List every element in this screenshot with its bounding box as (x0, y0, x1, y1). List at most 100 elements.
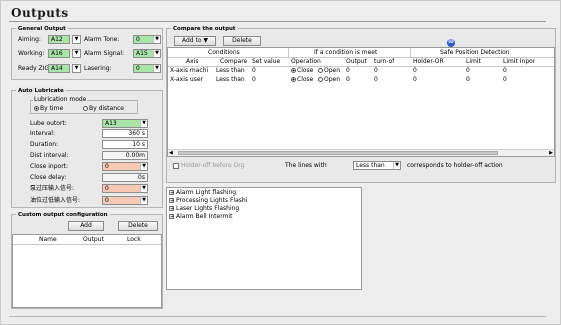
auto-lubricate-title: Auto Lubricate (16, 87, 66, 95)
column-header-compare[interactable]: Compare (220, 58, 247, 66)
cell-axis: X-axis machi (170, 67, 209, 74)
chevron-down-icon: ▼ (140, 197, 147, 204)
expand-icon[interactable]: + (169, 214, 174, 220)
column-header-holder-or[interactable]: Holder-OR (413, 58, 444, 66)
lube-outport-select[interactable]: A13 ▼ (102, 119, 148, 128)
chevron-down-icon: ▼ (73, 65, 80, 72)
column-header-output[interactable]: Output (83, 236, 104, 244)
cell-turn-of: 0 (374, 67, 378, 74)
bottom-divider (9, 316, 546, 317)
group-header-safe-position: Safe Position Detection (440, 49, 510, 56)
cell-limit-inpor: 0 (503, 67, 507, 74)
group-header-if-met: If a condition is meet (314, 49, 378, 56)
column-header-turn-of[interactable]: turn-of (374, 58, 394, 66)
cell-limit: 0 (466, 67, 470, 74)
cell-holder-or: 0 (413, 67, 417, 74)
custom-delete-button[interactable]: Delete (118, 221, 158, 231)
ready-zig-label: Ready ZIG: (18, 65, 52, 72)
add-to-button[interactable]: Add to ▼ (174, 36, 216, 46)
interval-input[interactable]: 360 s (102, 129, 148, 138)
horizontal-scrollbar[interactable]: ◀ ▶ (168, 149, 554, 156)
lines-with-label: The lines with (285, 162, 327, 169)
cell-output: 0 (346, 67, 350, 74)
column-header-output[interactable]: Output (346, 58, 367, 66)
close-delay-input[interactable]: 0s (102, 173, 148, 182)
cell-set-value: 0 (252, 76, 256, 83)
cell-axis: X-axis user (170, 76, 203, 83)
working-label: Working: (18, 50, 45, 57)
close-delay-label: Close delay: (30, 174, 67, 181)
interval-label: Interval: (30, 130, 55, 137)
general-output-group: General Output Aiming: A12 ▼ Alarm Tone:… (11, 25, 163, 80)
oil-level-low-select[interactable]: 0 ▼ (102, 196, 148, 205)
operation-open-radio[interactable]: Open (318, 76, 340, 84)
aiming-select[interactable]: A12 (48, 35, 70, 44)
checkbox-icon (173, 162, 179, 169)
cell-compare: Less than (216, 76, 245, 83)
cell-turn-of: 0 (374, 76, 378, 83)
column-header-axis[interactable]: Axis (186, 58, 198, 66)
compare-delete-button[interactable]: Delete (223, 36, 261, 46)
tree-item[interactable]: + Processing Lights Flashi (169, 197, 247, 204)
tree-item[interactable]: + Alarm Bell Intermit (169, 213, 232, 220)
tree-item[interactable]: + Laser Lights Flashing (169, 205, 239, 212)
expand-icon[interactable]: + (169, 190, 174, 196)
column-header-name[interactable]: Name (39, 236, 57, 244)
operation-close-radio[interactable]: Close (291, 67, 313, 75)
custom-add-button[interactable]: Add (68, 221, 104, 231)
expand-icon[interactable]: + (169, 206, 174, 212)
scroll-right-icon[interactable]: ▶ (549, 150, 553, 156)
dist-interval-label: Dist interval: (30, 152, 69, 159)
lubrication-mode-box: Lubrication mode By time By distance (30, 96, 138, 114)
dist-interval-input[interactable]: 0.00m (102, 151, 148, 160)
column-header-limit-inpor[interactable]: Limit Inpor (503, 58, 535, 66)
operation-close-radio[interactable]: Close (291, 76, 313, 84)
column-header-limit[interactable]: Limit (466, 58, 481, 66)
lines-with-select[interactable]: Less than ▼ (353, 161, 401, 170)
lubrication-mode-title: Lubrication mode (33, 96, 88, 104)
auto-lubricate-group: Auto Lubricate Lubrication mode By time … (11, 87, 163, 208)
pump-overpressure-select[interactable]: 0 ▼ (102, 184, 148, 193)
ready-zig-dropdown-arrow[interactable]: ▼ (72, 64, 81, 73)
scrollbar-thumb[interactable] (178, 151, 498, 155)
aiming-dropdown-arrow[interactable]: ▼ (72, 35, 81, 44)
working-select[interactable]: A16 (48, 49, 70, 58)
close-inport-select[interactable]: 0 ▼ (102, 162, 148, 171)
by-distance-radio[interactable]: By distance (83, 105, 124, 113)
table-row[interactable]: X-axis machi Less than 0 Close Open 0 0 … (168, 67, 554, 76)
chevron-down-icon: ▼ (153, 36, 160, 43)
alarm-tone-select[interactable]: 0 ▼ (133, 35, 161, 44)
custom-output-table: Name Output Lock (12, 234, 162, 308)
ready-zig-select[interactable]: A14 (48, 64, 70, 73)
alarm-signal-label: Alarm Signal: (84, 50, 125, 57)
table-row[interactable]: X-axis user Less than 0 Close Open 0 0 0… (168, 76, 554, 85)
expand-icon[interactable]: + (169, 198, 174, 204)
chevron-down-icon: ▼ (140, 163, 147, 170)
outputs-window: Outputs General Output Aiming: A12 ▼ Ala… (0, 0, 561, 325)
tree-item[interactable]: + Alarm Light flashing (169, 189, 236, 196)
custom-output-title: Custom output configuration (16, 211, 110, 219)
chevron-down-icon: ▼ (140, 120, 147, 127)
alarm-tone-label: Alarm Tone: (84, 36, 120, 43)
info-icon[interactable]: ID (447, 39, 455, 47)
working-dropdown-arrow[interactable]: ▼ (72, 49, 81, 58)
oil-level-low-label: 油位过低输入信号: (30, 197, 81, 204)
column-header-operation[interactable]: Operation (291, 58, 321, 66)
column-header-lock[interactable]: Lock (127, 236, 141, 244)
alarm-signal-select[interactable]: A15 ▼ (133, 49, 161, 58)
lube-outport-label: Lube outort: (30, 120, 67, 127)
scroll-left-icon[interactable]: ◀ (169, 150, 173, 156)
column-header-set-value[interactable]: Set value (252, 58, 280, 66)
duration-input[interactable]: 10 s (102, 140, 148, 149)
cell-limit-inpor: 0 (503, 76, 507, 83)
holder-off-checkbox[interactable]: Holder-off before Org (173, 162, 244, 170)
by-time-radio[interactable]: By time (34, 105, 63, 113)
custom-output-group: Custom output configuration Add Delete N… (11, 211, 163, 309)
lasering-select[interactable]: 0 ▼ (133, 64, 161, 73)
radio-empty-icon (318, 68, 323, 73)
lasering-label: Lasering: (84, 65, 112, 72)
operation-open-radio[interactable]: Open (318, 67, 340, 75)
radio-selected-icon (34, 106, 39, 111)
chevron-down-icon: ▼ (140, 185, 147, 192)
pump-overpressure-label: 泵过压输入信号: (30, 185, 75, 192)
